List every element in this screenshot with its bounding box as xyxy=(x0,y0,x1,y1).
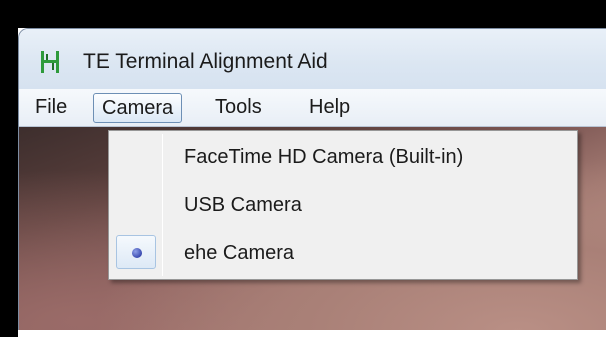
menu-camera[interactable]: Camera xyxy=(93,93,183,123)
camera-dropdown-menu: FaceTime HD Camera (Built-in) USB Camera… xyxy=(108,130,578,280)
menu-file[interactable]: File xyxy=(27,93,75,123)
menu-bar: File Camera Tools Help xyxy=(19,89,606,127)
app-logo-icon xyxy=(41,51,59,73)
menu-item-facetime-camera[interactable]: FaceTime HD Camera (Built-in) xyxy=(112,135,574,177)
menu-item-label: FaceTime HD Camera (Built-in) xyxy=(184,146,464,168)
menu-item-label: ehe Camera xyxy=(184,242,295,264)
desktop-dark-left xyxy=(0,0,18,337)
menu-item-usb-camera[interactable]: USB Camera xyxy=(112,183,574,225)
title-bar[interactable]: TE Terminal Alignment Aid xyxy=(19,29,606,89)
radio-dot-icon xyxy=(132,248,142,258)
selection-indicator-box xyxy=(116,235,156,269)
menu-help[interactable]: Help xyxy=(301,93,358,123)
menu-tools[interactable]: Tools xyxy=(207,93,270,123)
menu-item-ehe-camera[interactable]: ehe Camera xyxy=(112,231,574,273)
window-title: TE Terminal Alignment Aid xyxy=(83,50,328,73)
menu-item-label: USB Camera xyxy=(184,194,302,216)
desktop-dark-top xyxy=(0,0,606,28)
